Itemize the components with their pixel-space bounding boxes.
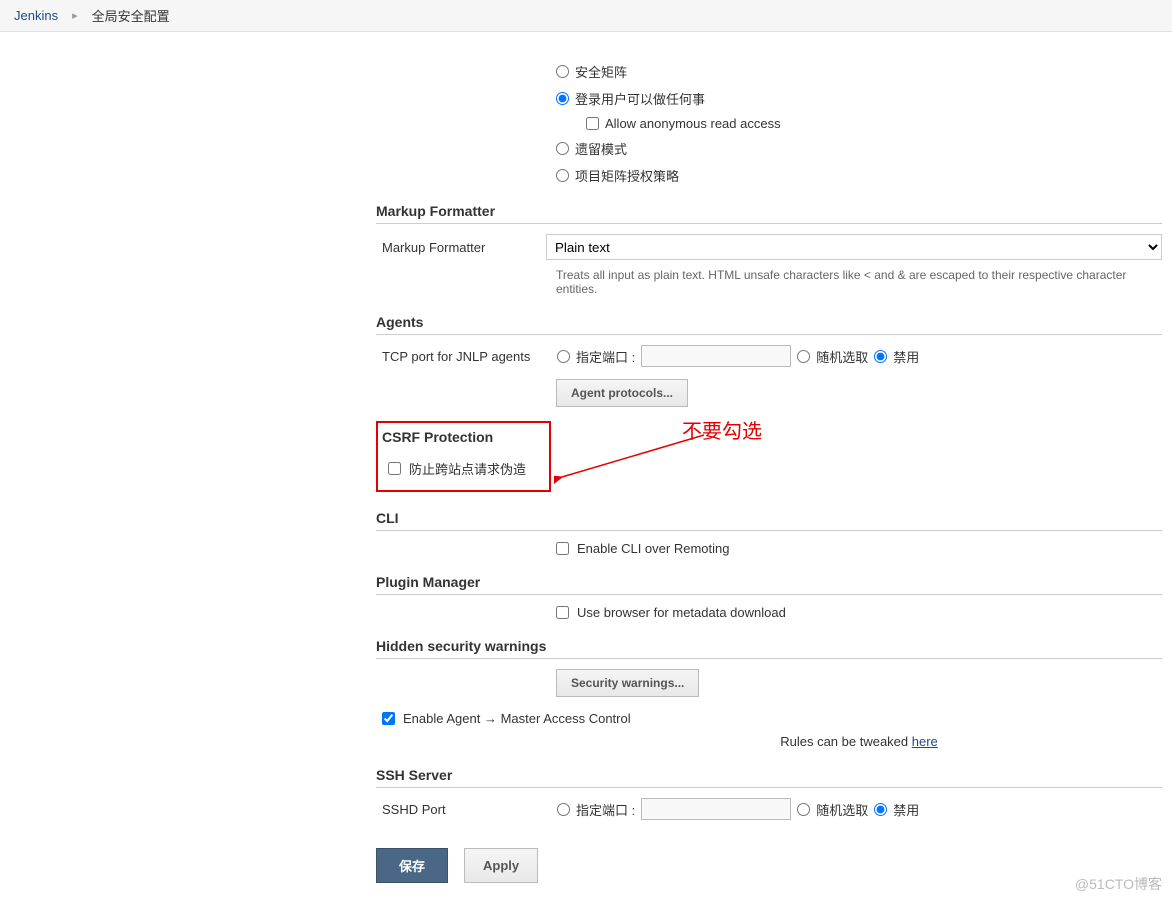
checkbox-csrf-protection-label: 防止跨站点请求伪造 [409, 459, 526, 478]
divider [376, 223, 1162, 224]
radio-jnlp-disable-label: 禁用 [893, 347, 919, 366]
config-form: 安全矩阵 登录用户可以做任何事 Allow anonymous read acc… [376, 32, 1172, 883]
sshd-port-label: SSHD Port [376, 802, 551, 817]
rules-tweak-text: Rules can be tweaked here [556, 734, 1162, 749]
breadcrumb-page: 全局安全配置 [92, 6, 170, 25]
divider [376, 658, 1162, 659]
radio-jnlp-random-label: 随机选取 [816, 347, 868, 366]
radio-project-matrix-label: 项目矩阵授权策略 [575, 166, 679, 185]
csrf-highlight-box: CSRF Protection 防止跨站点请求伪造 [376, 421, 551, 492]
radio-legacy-mode-label: 遗留模式 [575, 139, 627, 158]
radio-logged-in-anything[interactable] [556, 92, 569, 105]
save-button[interactable]: 保存 [376, 848, 448, 883]
radio-logged-in-anything-label: 登录用户可以做任何事 [575, 89, 705, 108]
breadcrumb-sep-icon: ▸ [72, 9, 78, 22]
section-agents: Agents [376, 314, 1162, 330]
checkbox-cli-remoting-label: Enable CLI over Remoting [577, 541, 729, 556]
divider [376, 334, 1162, 335]
divider [376, 787, 1162, 788]
sshd-fixed-port-input[interactable] [641, 798, 791, 820]
checkbox-allow-anon-read-label: Allow anonymous read access [605, 116, 781, 131]
agent-protocols-button[interactable]: Agent protocols... [556, 379, 688, 407]
section-ssh-server: SSH Server [376, 767, 1162, 783]
security-warnings-button[interactable]: Security warnings... [556, 669, 699, 697]
radio-security-matrix[interactable] [556, 65, 569, 78]
breadcrumb-root[interactable]: Jenkins [14, 8, 58, 23]
markup-formatter-label: Markup Formatter [376, 240, 546, 255]
radio-jnlp-random[interactable] [797, 350, 810, 363]
radio-sshd-fixed[interactable] [557, 803, 570, 816]
checkbox-browser-metadata-label: Use browser for metadata download [577, 605, 786, 620]
checkbox-agent-master-access-label: Enable Agent → Master Access Control [403, 711, 631, 726]
watermark: @51CTO博客 [1075, 874, 1162, 894]
section-markup-formatter: Markup Formatter [376, 203, 1162, 219]
radio-jnlp-fixed-label: 指定端口 : [576, 347, 635, 366]
section-hidden-warnings: Hidden security warnings [376, 638, 1162, 654]
jnlp-fixed-port-input[interactable] [641, 345, 791, 367]
checkbox-agent-master-access[interactable] [382, 712, 395, 725]
radio-sshd-disable[interactable] [874, 803, 887, 816]
radio-security-matrix-label: 安全矩阵 [575, 62, 627, 81]
section-plugin-manager: Plugin Manager [376, 574, 1162, 590]
checkbox-allow-anon-read[interactable] [586, 117, 599, 130]
annotation-text: 不要勾选 [682, 415, 762, 444]
radio-project-matrix[interactable] [556, 169, 569, 182]
radio-sshd-random[interactable] [797, 803, 810, 816]
jnlp-port-label: TCP port for JNLP agents [376, 349, 551, 364]
checkbox-cli-remoting[interactable] [556, 542, 569, 555]
divider [376, 530, 1162, 531]
radio-jnlp-disable[interactable] [874, 350, 887, 363]
section-cli: CLI [376, 510, 1162, 526]
radio-sshd-random-label: 随机选取 [816, 800, 868, 819]
checkbox-browser-metadata[interactable] [556, 606, 569, 619]
radio-sshd-disable-label: 禁用 [893, 800, 919, 819]
divider [376, 594, 1162, 595]
rules-tweak-link[interactable]: here [912, 734, 938, 749]
apply-button[interactable]: Apply [464, 848, 538, 883]
markup-formatter-select[interactable]: Plain text [546, 234, 1162, 260]
radio-sshd-fixed-label: 指定端口 : [576, 800, 635, 819]
breadcrumb: Jenkins ▸ 全局安全配置 [0, 0, 1172, 32]
radio-legacy-mode[interactable] [556, 142, 569, 155]
section-csrf: CSRF Protection [382, 429, 541, 445]
radio-jnlp-fixed[interactable] [557, 350, 570, 363]
markup-formatter-help: Treats all input as plain text. HTML uns… [376, 268, 1162, 296]
checkbox-csrf-protection[interactable] [388, 462, 401, 475]
